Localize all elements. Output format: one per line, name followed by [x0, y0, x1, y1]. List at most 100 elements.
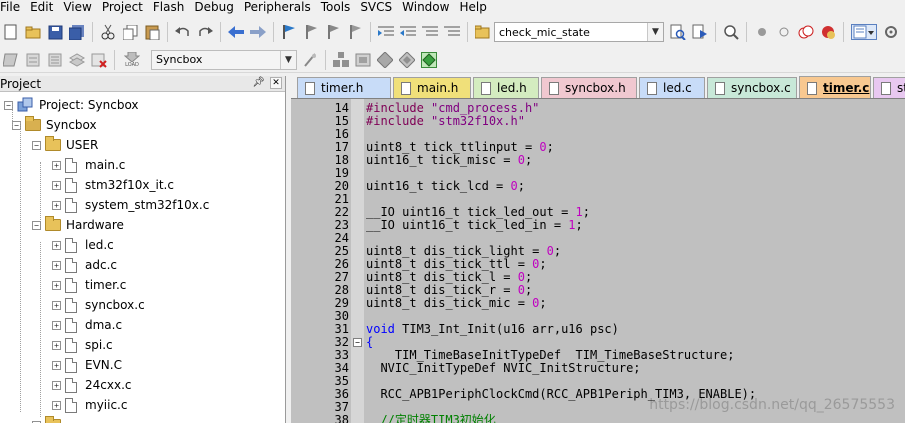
expand-icon[interactable]: +: [52, 280, 61, 290]
expand-icon[interactable]: +: [52, 400, 61, 410]
build-icon[interactable]: [25, 52, 41, 68]
menu-flash[interactable]: Flash: [148, 0, 189, 14]
tab-led-c[interactable]: led.c: [639, 77, 705, 98]
breakpoint-icon[interactable]: [776, 24, 792, 40]
menu-debug[interactable]: Debug: [189, 0, 238, 14]
collapse-icon[interactable]: −: [32, 220, 41, 230]
tree-item-file[interactable]: + myiic.c: [52, 395, 127, 415]
code-line[interactable]: 18 uint16_t tick_misc = 0;: [291, 154, 905, 167]
menu-file[interactable]: File: [0, 0, 25, 14]
expand-icon[interactable]: +: [52, 340, 61, 350]
bookmark-prev-icon[interactable]: [303, 24, 319, 40]
comment-icon[interactable]: [422, 24, 438, 40]
undo-icon[interactable]: [175, 24, 191, 40]
tree-item-file[interactable]: + dma.c: [52, 315, 122, 335]
tree-item-target[interactable]: − Syncbox: [12, 115, 97, 135]
expand-icon[interactable]: +: [52, 240, 61, 250]
copy-icon[interactable]: [122, 24, 138, 40]
unindent-icon[interactable]: [400, 24, 416, 40]
manage-project-items-icon[interactable]: [333, 51, 349, 68]
tree-item-file[interactable]: + spi.c: [52, 335, 113, 355]
tree-item-group-hardware[interactable]: − Hardware: [32, 215, 124, 235]
expand-icon[interactable]: +: [52, 380, 61, 390]
code-line[interactable]: 36 RCC_APB1PeriphClockCmd(RCC_APB1Periph…: [291, 388, 905, 401]
expand-icon[interactable]: +: [52, 160, 61, 170]
code-line[interactable]: 38 //定时器TIM3初始化: [291, 414, 905, 423]
save-icon[interactable]: [47, 24, 63, 40]
code-line[interactable]: 34 NVIC_InitTypeDef NVIC_InitStructure;: [291, 362, 905, 375]
redo-icon[interactable]: [197, 24, 213, 40]
tab-syncbox-c[interactable]: syncbox.c: [707, 77, 797, 98]
breakpoint-clear-icon[interactable]: [798, 24, 814, 40]
tab-timer-h[interactable]: timer.h: [297, 77, 391, 98]
navigate-forward-icon[interactable]: [250, 24, 266, 40]
tree-item-project[interactable]: − Project: Syncbox: [4, 95, 139, 115]
expand-icon[interactable]: +: [52, 300, 61, 310]
tree-item-file[interactable]: + stm32f10x_it.c: [52, 175, 174, 195]
expand-icon[interactable]: +: [52, 320, 61, 330]
find-combo[interactable]: check_mic_state ▼: [494, 22, 664, 42]
target-select[interactable]: Syncbox ▼: [151, 49, 297, 70]
navigate-back-icon[interactable]: [228, 24, 244, 40]
tree-item-file[interactable]: + syncbox.c: [52, 295, 145, 315]
find-icon[interactable]: [670, 24, 686, 40]
uncomment-icon[interactable]: [444, 24, 460, 40]
pack-installer-icon[interactable]: [399, 51, 415, 68]
tree-item-file[interactable]: + main.c: [52, 155, 125, 175]
tree-item-partial[interactable]: +: [32, 415, 66, 423]
menu-help[interactable]: Help: [454, 0, 491, 14]
debug-start-icon[interactable]: [754, 24, 770, 40]
bookmark-insert-icon[interactable]: [281, 24, 297, 40]
chevron-down-icon[interactable]: ▼: [647, 23, 663, 41]
code-editor[interactable]: https://blog.csdn.net/qq_26575553 14 #inc…: [291, 98, 905, 423]
window-layout-icon[interactable]: [851, 24, 877, 40]
new-file-icon[interactable]: [3, 24, 19, 40]
expand-icon[interactable]: +: [52, 260, 61, 270]
select-packs-icon[interactable]: [355, 52, 371, 68]
find-in-files-icon[interactable]: [475, 24, 491, 40]
code-line[interactable]: 15 #include "stm32f10x.h": [291, 115, 905, 128]
tree-item-file[interactable]: + led.c: [52, 235, 114, 255]
expand-icon[interactable]: +: [52, 180, 61, 190]
download-load-icon[interactable]: LOAD: [122, 51, 142, 68]
menu-edit[interactable]: Edit: [25, 0, 58, 14]
collapse-icon[interactable]: −: [32, 140, 41, 150]
cut-icon[interactable]: [100, 24, 116, 40]
rebuild-icon[interactable]: [47, 52, 63, 68]
tree-item-file[interactable]: + timer.c: [52, 275, 126, 295]
pin-icon[interactable]: 📌︎: [252, 77, 265, 88]
open-file-icon[interactable]: [25, 24, 41, 40]
indent-icon[interactable]: [378, 24, 394, 40]
pack-installer-green-icon[interactable]: [421, 51, 437, 68]
tree-item-file[interactable]: + adc.c: [52, 255, 117, 275]
tab-timer-c[interactable]: timer.c: [799, 76, 871, 99]
chevron-down-icon[interactable]: ▼: [280, 50, 296, 69]
manage-rte-icon[interactable]: [377, 51, 393, 68]
batch-build-icon[interactable]: [69, 52, 85, 68]
stop-build-icon[interactable]: [91, 52, 107, 68]
menu-window[interactable]: Window: [397, 0, 454, 14]
tab-led-h[interactable]: led.h: [473, 77, 539, 98]
paste-icon[interactable]: [144, 24, 160, 40]
fold-toggle-icon[interactable]: −: [353, 338, 362, 347]
target-options-icon[interactable]: [302, 52, 318, 68]
kill-breakpoints-icon[interactable]: [820, 24, 836, 40]
close-icon[interactable]: ✕: [270, 77, 282, 89]
tab-main-h[interactable]: main.h: [393, 77, 471, 98]
code-line[interactable]: 29 uint8_t dis_tick_mic = 0;: [291, 297, 905, 310]
code-line[interactable]: 23 __IO uint16_t tick_led_in = 1;: [291, 219, 905, 232]
bookmark-next-icon[interactable]: [325, 24, 341, 40]
incremental-find-icon[interactable]: [692, 24, 708, 40]
save-all-icon[interactable]: [69, 24, 85, 40]
tree-item-file[interactable]: + EVN.C: [52, 355, 122, 375]
tab-syncbox-h[interactable]: syncbox.h: [541, 77, 637, 98]
tree-item-file[interactable]: + system_stm32f10x.c: [52, 195, 209, 215]
configure-icon[interactable]: [883, 24, 899, 40]
menu-tools[interactable]: Tools: [316, 0, 356, 14]
bookmark-clear-icon[interactable]: [347, 24, 363, 40]
code-line[interactable]: 31 void TIM3_Int_Init(u16 arr,u16 psc): [291, 323, 905, 336]
menu-project[interactable]: Project: [97, 0, 148, 14]
tree-item-group-user[interactable]: − USER: [32, 135, 98, 155]
menu-view[interactable]: View: [58, 0, 96, 14]
menu-peripherals[interactable]: Peripherals: [239, 0, 316, 14]
